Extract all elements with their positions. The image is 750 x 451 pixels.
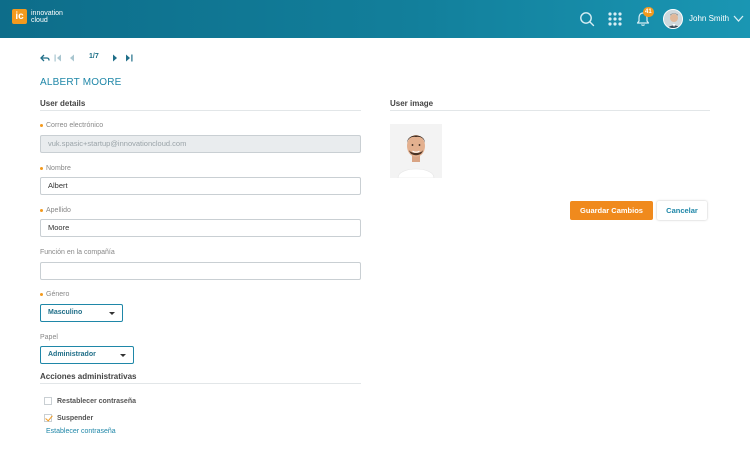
next-icon[interactable]	[110, 53, 120, 63]
reset-password-option[interactable]: Restablecer contraseña	[44, 397, 136, 405]
logo-line-2: cloud	[31, 16, 48, 24]
page-count: 1/7	[89, 53, 99, 60]
role-label: Papel	[40, 334, 58, 341]
caret-down-icon	[109, 312, 115, 315]
email-field: vuk.spasic+startup@innovationcloud.com	[40, 135, 361, 153]
save-changes-button[interactable]: Guardar Cambios	[570, 201, 653, 220]
caret-down-icon	[120, 354, 126, 357]
logo-wordmark: innovation cloud	[31, 10, 63, 24]
reset-password-checkbox[interactable]	[44, 397, 52, 405]
email-label: Correo electrónico	[40, 122, 103, 129]
last-name-label-text: Apellido	[46, 207, 71, 214]
chevron-down-icon[interactable]	[733, 14, 744, 23]
user-name[interactable]: John Smith	[689, 14, 729, 23]
first-name-label-text: Nombre	[46, 165, 71, 172]
gender-select-value: Masculino	[48, 309, 83, 316]
page-title: ALBERT MOORE	[40, 77, 122, 88]
first-name-label: Nombre	[40, 165, 71, 172]
company-role-field[interactable]	[40, 262, 361, 280]
divider	[390, 110, 710, 111]
user-photo-image	[390, 124, 442, 178]
suspend-label: Suspender	[57, 414, 94, 422]
notification-badge: 41	[643, 7, 654, 17]
search-icon[interactable]	[578, 10, 596, 28]
admin-actions-heading: Acciones administrativas	[40, 372, 137, 381]
gender-label: Género	[40, 291, 69, 298]
user-details-heading: User details	[40, 99, 86, 108]
role-select[interactable]: Administrador	[40, 346, 134, 364]
required-dot-icon	[40, 166, 43, 170]
suspend-checkbox[interactable]	[44, 414, 52, 422]
user-image-heading: User image	[390, 99, 434, 108]
logo-mark: ic	[12, 9, 27, 24]
last-page-icon[interactable]	[124, 53, 134, 63]
top-navigation-bar: ic innovation cloud 41 John Smith	[0, 0, 750, 38]
divider	[40, 383, 361, 384]
last-name-field[interactable]: Moore	[40, 219, 361, 237]
apps-grid-icon[interactable]	[606, 10, 624, 28]
first-name-field[interactable]: Albert	[40, 177, 361, 195]
divider	[40, 110, 361, 111]
role-select-value: Administrador	[48, 351, 96, 358]
reset-password-label: Restablecer contraseña	[57, 397, 136, 405]
cancel-button[interactable]: Cancelar	[657, 201, 707, 220]
required-dot-icon	[40, 208, 43, 212]
avatar-image	[664, 10, 682, 28]
company-role-label: Función en la compañía	[40, 249, 115, 256]
last-name-label: Apellido	[40, 207, 71, 214]
logo-line-1: innovation	[31, 9, 63, 17]
required-dot-icon	[40, 292, 43, 296]
app-logo[interactable]: ic innovation cloud	[12, 9, 63, 24]
gender-label-text: Género	[46, 291, 70, 298]
set-password-link[interactable]: Establecer contraseña	[46, 428, 116, 435]
back-arrow-icon[interactable]	[40, 53, 50, 63]
gender-select[interactable]: Masculino	[40, 304, 123, 322]
email-label-text: Correo electrónico	[46, 122, 104, 129]
user-photo[interactable]	[390, 124, 442, 178]
first-page-icon[interactable]	[53, 53, 63, 63]
previous-icon[interactable]	[67, 53, 77, 63]
suspend-option[interactable]: Suspender	[44, 414, 93, 422]
user-avatar[interactable]	[663, 9, 683, 29]
required-dot-icon	[40, 123, 43, 127]
